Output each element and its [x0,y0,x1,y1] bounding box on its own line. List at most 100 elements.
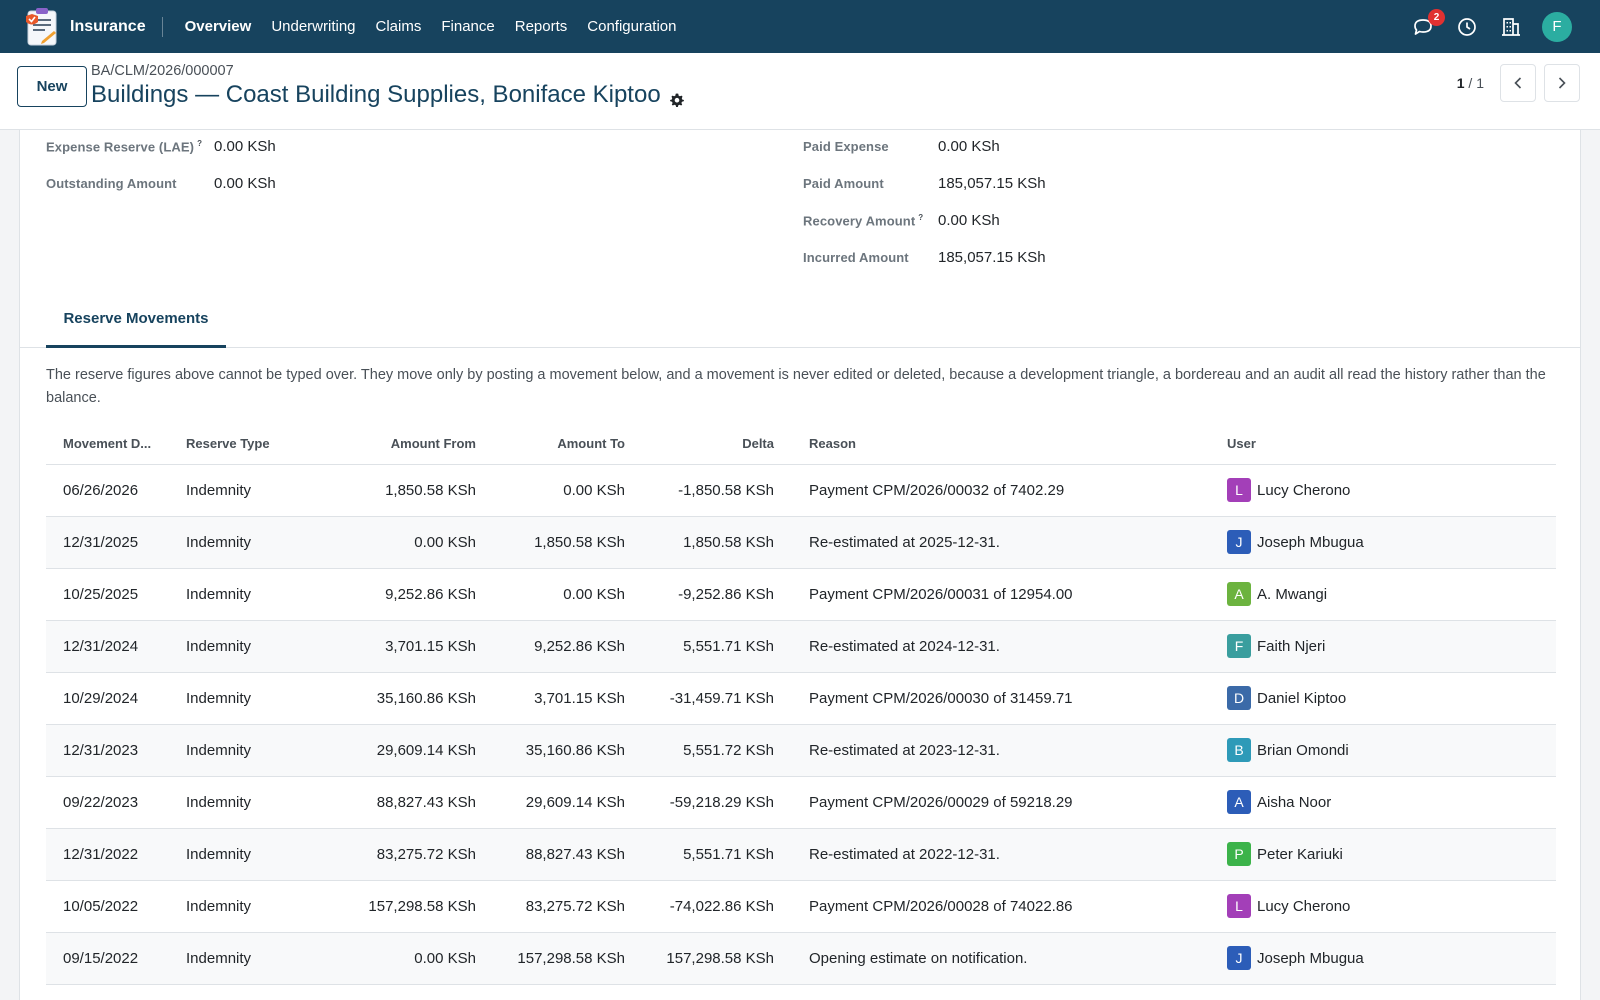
user-cell[interactable]: A Aisha Noor [1210,776,1556,829]
new-button[interactable]: New [17,66,87,107]
messages-count-badge: 2 [1428,8,1445,26]
user-cell[interactable]: P Peter Kariuki [1210,828,1556,881]
delta-cell: 157,298.58 KSh [625,932,774,985]
column-header-reason[interactable]: Reason [774,424,1210,465]
user-cell[interactable]: A A. Mwangi [1210,568,1556,621]
user-avatar-icon: A [1227,790,1251,814]
menu-configuration[interactable]: Configuration [577,0,686,53]
user-cell[interactable]: L Lucy Cherono [1210,464,1556,517]
amount-from-cell: 83,275.72 KSh [279,828,476,881]
chevron-right-icon [1558,77,1566,89]
amount-to-cell: 9,252.86 KSh [476,620,625,673]
menu-overview[interactable]: Overview [175,0,262,53]
reserve-type-cell: Indemnity [169,672,279,725]
field-outstanding-amount: Outstanding Amount [46,176,177,191]
menu-reports[interactable]: Reports [505,0,578,53]
pager-value[interactable]: 1 / 1 [1457,75,1484,91]
gear-icon[interactable] [669,87,685,107]
table-row[interactable]: 09/15/2022 Indemnity 0.00 KSh 157,298.58 KS… [46,932,1556,985]
delta-cell: -31,459.71 KSh [625,672,774,725]
help-tooltip-icon[interactable]: ? [918,213,923,222]
amount-to-cell: 157,298.58 KSh [476,932,625,985]
table-row[interactable]: 12/31/2023 Indemnity 29,609.14 KSh 35,160.8… [46,724,1556,777]
user-name: Brian Omondi [1257,741,1349,759]
movement-date-cell: 10/25/2025 [46,568,169,621]
column-header-amount-from[interactable]: Amount From [279,424,476,465]
menu-underwriting[interactable]: Underwriting [261,0,365,53]
amount-to-cell: 1,850.58 KSh [476,516,625,569]
reason-cell: Payment CPM/2026/00032 of 7402.29 [774,464,1210,517]
insurance-app-icon[interactable] [24,7,60,47]
reason-cell: Re-estimated at 2023-12-31. [774,724,1210,777]
movement-date-cell: 10/29/2024 [46,672,169,725]
amount-from-cell: 35,160.86 KSh [279,672,476,725]
amount-from-cell: 0.00 KSh [279,516,476,569]
pager-previous-button[interactable] [1500,64,1536,102]
table-row[interactable]: 12/31/2022 Indemnity 83,275.72 KSh 88,827.4… [46,828,1556,881]
user-name: Faith Njeri [1257,637,1326,655]
reserve-help-note: The reserve figures above cannot be type… [46,367,1546,406]
user-name: Lucy Cherono [1257,481,1351,499]
delta-cell: -59,218.29 KSh [625,776,774,829]
paid-expense-value: 0.00 KSh [938,138,1000,155]
column-header-movement-date[interactable]: Movement D... [46,424,169,465]
amount-from-cell: 88,827.43 KSh [279,776,476,829]
user-avatar-icon: J [1227,530,1251,554]
movement-date-cell: 09/15/2022 [46,932,169,985]
table-row[interactable]: 10/29/2024 Indemnity 35,160.86 KSh 3,701.15… [46,672,1556,725]
record-pager: 1 / 1 [1457,64,1580,102]
expense-reserve-value: 0.00 KSh [214,138,276,155]
reserve-type-cell: Indemnity [169,776,279,829]
clock-icon[interactable] [1454,14,1480,40]
user-cell[interactable]: F Faith Njeri [1210,620,1556,673]
table-row[interactable]: 10/05/2022 Indemnity 157,298.58 KSh 83,275.… [46,880,1556,933]
field-label: Paid Amount [803,176,884,191]
user-cell[interactable]: L Lucy Cherono [1210,880,1556,933]
user-cell[interactable]: J Joseph Mbugua [1210,516,1556,569]
amount-to-cell: 88,827.43 KSh [476,828,625,881]
user-avatar[interactable]: F [1542,11,1572,42]
building-icon[interactable] [1498,14,1524,40]
table-row[interactable]: 09/22/2023 Indemnity 88,827.43 KSh 29,609.1… [46,776,1556,829]
table-header-row: Movement D... Reserve Type Amount From A… [46,424,1556,465]
app-name[interactable]: Insurance [70,16,163,37]
amount-from-cell: 9,252.86 KSh [279,568,476,621]
user-avatar-icon: A [1227,582,1251,606]
breadcrumb[interactable]: BA/CLM/2026/000007 [91,63,234,79]
incurred-amount-value: 185,057.15 KSh [938,249,1046,266]
pager-next-button[interactable] [1544,64,1580,102]
user-cell[interactable]: J Joseph Mbugua [1210,932,1556,985]
user-cell[interactable]: D Daniel Kiptoo [1210,672,1556,725]
menu-claims[interactable]: Claims [366,0,432,53]
outstanding-amount-value: 0.00 KSh [214,175,276,192]
reason-cell: Payment CPM/2026/00029 of 59218.29 [774,776,1210,829]
user-avatar-icon: F [1227,634,1251,658]
movement-date-cell: 06/26/2026 [46,464,169,517]
column-header-amount-to[interactable]: Amount To [476,424,625,465]
notebook-tabs: Reserve Movements [20,302,1580,348]
column-header-delta[interactable]: Delta [625,424,774,465]
user-name: A. Mwangi [1257,585,1328,603]
table-row[interactable]: 06/26/2026 Indemnity 1,850.58 KSh 0.00 KSh -… [46,464,1556,517]
reason-cell: Payment CPM/2026/00028 of 74022.86 [774,880,1210,933]
table-row[interactable]: 12/31/2024 Indemnity 3,701.15 KSh 9,252.86 … [46,620,1556,673]
table-row[interactable]: 12/31/2025 Indemnity 0.00 KSh 1,850.58 KSh 1… [46,516,1556,569]
tab-reserve-movements[interactable]: Reserve Movements [46,302,226,348]
amount-to-cell: 29,609.14 KSh [476,776,625,829]
menu-finance[interactable]: Finance [431,0,504,53]
reason-cell: Payment CPM/2026/00031 of 12954.00 [774,568,1210,621]
help-tooltip-icon[interactable]: ? [197,139,202,148]
movement-date-cell: 10/05/2022 [46,880,169,933]
table-row[interactable]: 10/25/2025 Indemnity 9,252.86 KSh 0.00 KSh -… [46,568,1556,621]
amount-to-cell: 0.00 KSh [476,568,625,621]
reason-cell: Re-estimated at 2024-12-31. [774,620,1210,673]
column-header-user[interactable]: User [1210,424,1556,465]
column-header-reserve-type[interactable]: Reserve Type [169,424,279,465]
chat-icon[interactable]: 2 [1410,8,1445,40]
reason-cell: Re-estimated at 2025-12-31. [774,516,1210,569]
form-sheet: Expense Reserve (LAE)? 0.00 KSh Outstand… [19,130,1581,1000]
delta-cell: 1,850.58 KSh [625,516,774,569]
user-cell[interactable]: B Brian Omondi [1210,724,1556,777]
amount-from-cell: 29,609.14 KSh [279,724,476,777]
user-avatar-icon: D [1227,686,1251,710]
